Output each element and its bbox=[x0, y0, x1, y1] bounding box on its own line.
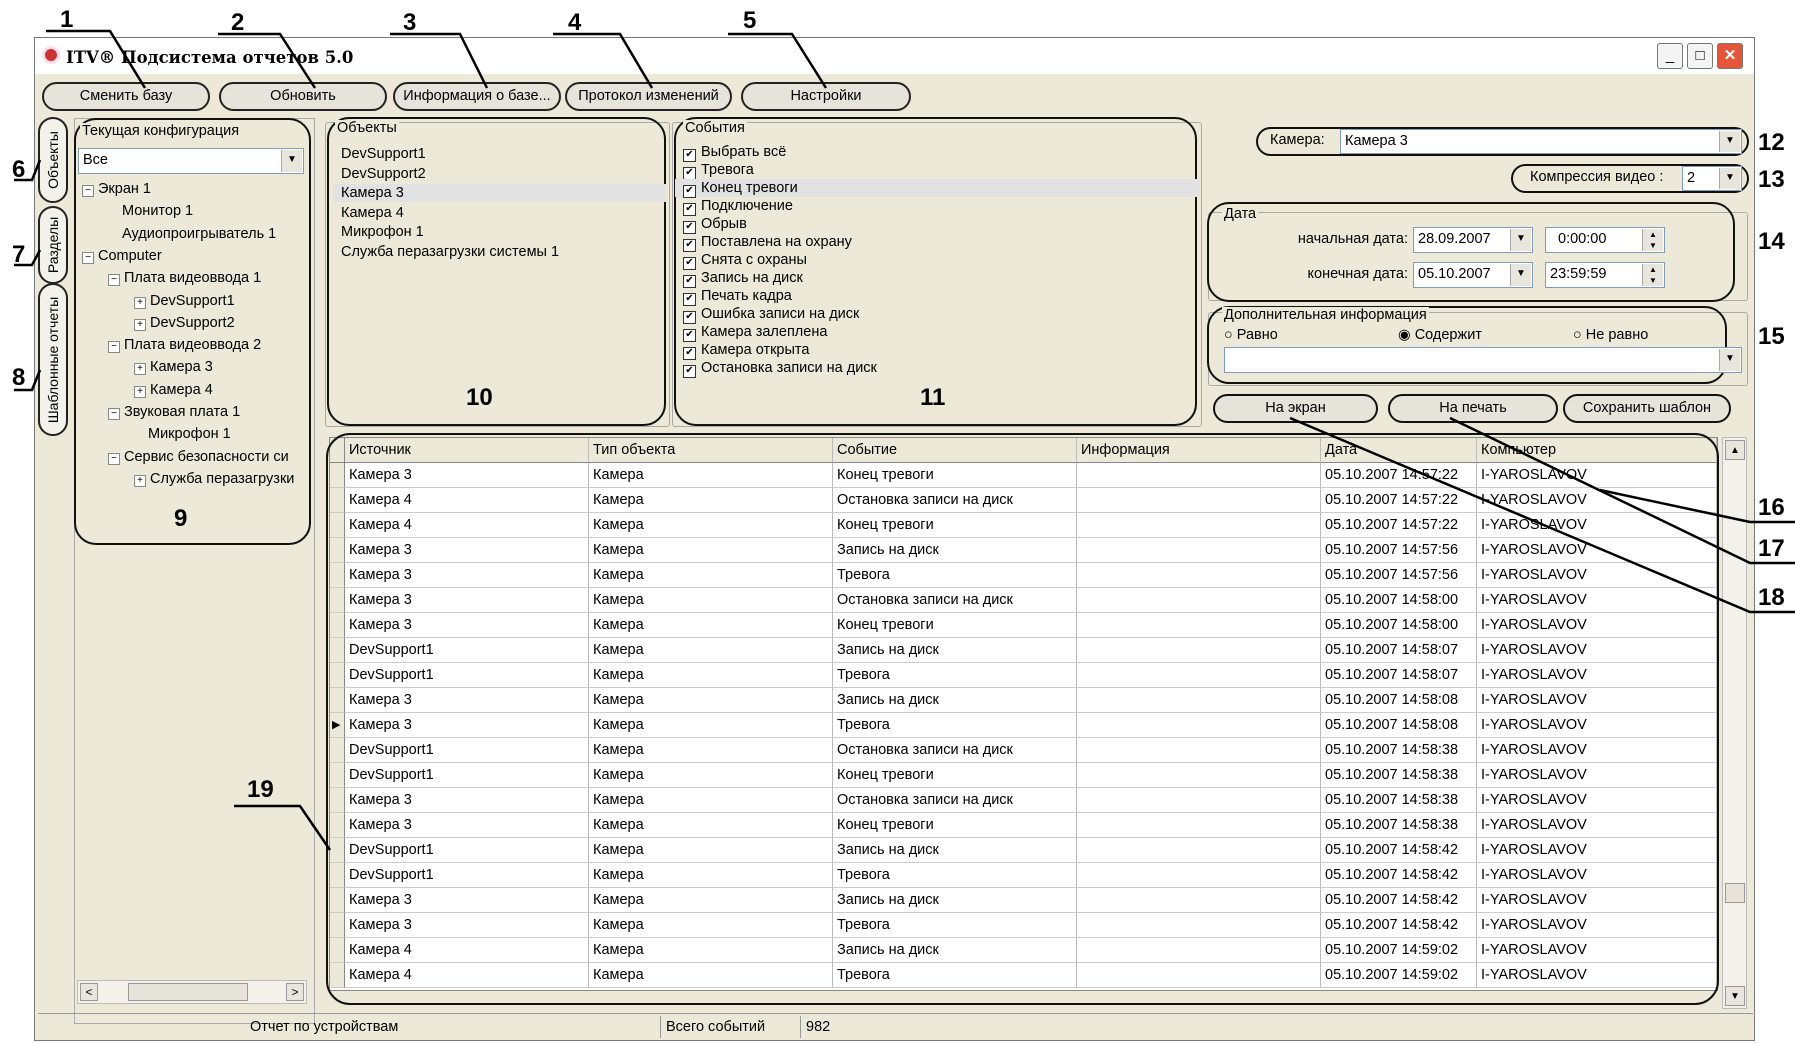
callout-4: 4 bbox=[568, 9, 582, 36]
callout-3: 3 bbox=[403, 9, 417, 36]
callout-18: 18 bbox=[1758, 584, 1785, 611]
callout-lines bbox=[14, 29, 1795, 851]
callout-7: 7 bbox=[12, 241, 26, 268]
callout-13: 13 bbox=[1758, 166, 1785, 193]
callout-1: 1 bbox=[60, 6, 74, 33]
callout-2: 2 bbox=[231, 9, 245, 36]
callout-12: 12 bbox=[1758, 129, 1785, 156]
callout-6: 6 bbox=[12, 156, 26, 183]
callout-19: 19 bbox=[247, 776, 274, 803]
callout-14: 14 bbox=[1758, 228, 1785, 255]
callout-11: 11 bbox=[920, 384, 946, 411]
callout-9: 9 bbox=[174, 505, 188, 532]
callout-17: 17 bbox=[1758, 535, 1785, 562]
callout-10: 10 bbox=[466, 384, 493, 411]
callout-8: 8 bbox=[12, 364, 26, 391]
callout-5: 5 bbox=[743, 7, 757, 34]
callout-16: 16 bbox=[1758, 494, 1785, 521]
callout-15: 15 bbox=[1758, 323, 1785, 350]
